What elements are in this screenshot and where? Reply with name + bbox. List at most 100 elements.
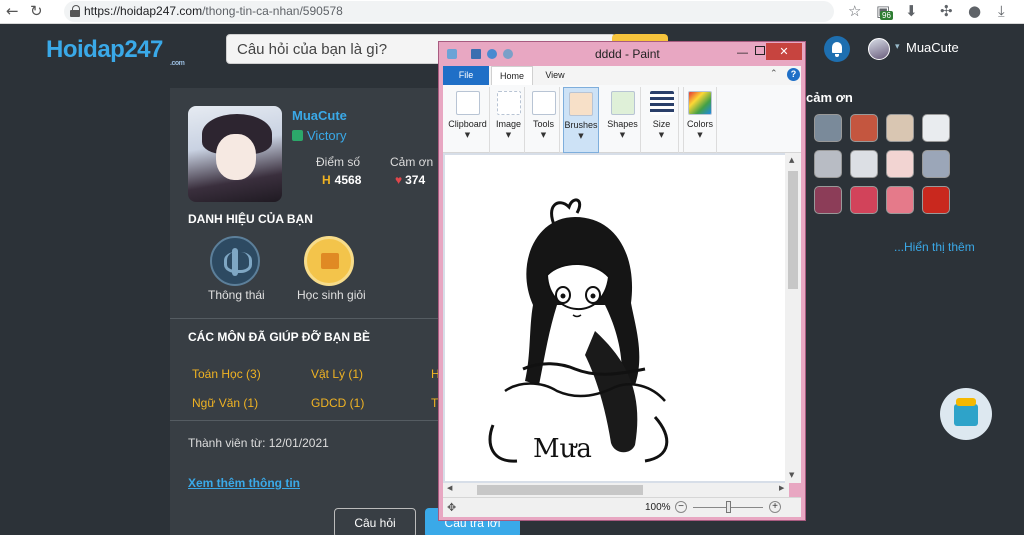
scrollbar-thumb[interactable]: [788, 171, 798, 289]
profile-name[interactable]: MuaCute: [292, 108, 347, 123]
puzzle-icon[interactable]: ✣: [940, 2, 953, 20]
scroll-right-icon[interactable]: ▶: [779, 484, 784, 492]
tab-file[interactable]: File: [443, 66, 489, 85]
avatar[interactable]: [868, 38, 890, 60]
select-icon: [496, 91, 521, 115]
group-size[interactable]: Size ▼: [645, 87, 679, 153]
status-bar: ✥ 100% − +: [443, 497, 801, 517]
help-icon[interactable]: ?: [787, 68, 800, 81]
thanks-avatar[interactable]: [850, 186, 878, 214]
vertical-scrollbar[interactable]: ▲ ▼: [785, 153, 801, 483]
profile-panel: MuaCute Victory Điểm số H 4568 Cảm ơn ♥ 37…: [170, 88, 520, 535]
horizontal-scrollbar[interactable]: ◀ ▶: [443, 483, 789, 497]
thanks-avatar[interactable]: [814, 186, 842, 214]
profile-avatar: [188, 106, 282, 202]
account-icon[interactable]: ●: [968, 2, 981, 20]
minimize-button[interactable]: —: [737, 47, 748, 59]
thanks-avatar[interactable]: [886, 114, 914, 142]
chevron-down-icon[interactable]: ▾: [895, 42, 900, 52]
ribbon-collapse-icon[interactable]: ⌃: [770, 69, 778, 79]
member-since: Thành viên từ: 12/01/2021: [188, 436, 329, 450]
user-name[interactable]: MuaCute: [906, 40, 959, 55]
tab-view[interactable]: View: [535, 66, 575, 85]
subject-link[interactable]: Toán Học (3): [192, 367, 261, 381]
drawing-text: Mưa: [533, 434, 592, 464]
group-clipboard[interactable]: Clipboard ▼: [446, 87, 490, 153]
thanks-avatar[interactable]: [922, 186, 950, 214]
chevron-down-icon: ▼: [464, 131, 471, 139]
url-text: https://hoidap247.com/thong-tin-ca-nhan/…: [84, 4, 343, 18]
chevron-down-icon: ▼: [619, 131, 626, 139]
see-more-link[interactable]: Xem thêm thông tin: [188, 476, 300, 490]
group-colors[interactable]: Colors ▼: [683, 87, 717, 153]
points-icon: H: [322, 173, 331, 187]
questions-button[interactable]: Câu hỏi: [334, 508, 416, 535]
download-box-icon[interactable]: ⬇: [905, 2, 918, 20]
zoom-level: 100%: [645, 502, 671, 513]
gift-icon[interactable]: [940, 388, 992, 440]
thanks-avatar[interactable]: [850, 114, 878, 142]
group-brushes[interactable]: Brushes ▼: [563, 87, 599, 153]
wheat-icon[interactable]: [210, 236, 260, 286]
colors-icon: [688, 91, 712, 115]
thanks-avatar[interactable]: [886, 186, 914, 214]
reload-icon[interactable]: ↻: [30, 2, 43, 20]
zoom-slider-thumb[interactable]: [726, 501, 731, 513]
chevron-down-icon: ▼: [658, 131, 665, 139]
badge-label: Học sinh giỏi: [297, 288, 366, 302]
ribbon: Clipboard ▼ Image ▼ Tools ▼ Brushes ▼ Sh…: [443, 85, 801, 153]
zoom-out-button[interactable]: −: [675, 501, 687, 513]
group-shapes[interactable]: Shapes ▼: [605, 87, 641, 153]
thanks-avatar[interactable]: [850, 150, 878, 178]
download-icon[interactable]: ⤓: [998, 2, 1005, 20]
thanks-avatar[interactable]: [886, 150, 914, 178]
subject-link[interactable]: Vật Lý (1): [311, 367, 363, 381]
save-icon[interactable]: [471, 49, 481, 59]
show-more-link[interactable]: ...Hiển thị thêm: [894, 240, 975, 254]
chevron-down-icon: ▼: [578, 132, 584, 140]
address-bar[interactable]: https://hoidap247.com/thong-tin-ca-nhan/…: [64, 1, 834, 22]
thanks-avatar[interactable]: [922, 150, 950, 178]
paint-window: dddd - Paint — ✕ File Home View ⌃ ? Clip…: [438, 41, 806, 521]
close-button[interactable]: ✕: [766, 43, 802, 60]
scroll-up-icon[interactable]: ▲: [789, 156, 794, 164]
paint-titlebar[interactable]: dddd - Paint — ✕: [439, 42, 805, 66]
thanks-avatar[interactable]: [922, 114, 950, 142]
maximize-button[interactable]: [755, 46, 765, 55]
subject-link[interactable]: GDCD (1): [311, 396, 364, 410]
badge-label: Thông thái: [208, 288, 265, 302]
scroll-left-icon[interactable]: ◀: [447, 484, 452, 492]
bell-icon[interactable]: [824, 36, 850, 62]
subject-link[interactable]: Ngữ Văn (1): [192, 396, 258, 410]
undo-icon[interactable]: [487, 49, 497, 59]
group-tools[interactable]: Tools ▼: [528, 87, 560, 153]
scrollbar-thumb[interactable]: [477, 485, 643, 495]
back-icon[interactable]: ←: [6, 2, 19, 20]
canvas-area: Mưa: [443, 153, 789, 483]
shapes-icon: [610, 91, 635, 115]
titles-heading: DANH HIỆU CỦA BẠN: [188, 212, 313, 226]
score-value: H 4568: [322, 173, 362, 187]
drawing: Mưa: [488, 198, 669, 464]
chevron-down-icon: ▼: [505, 131, 512, 139]
window-title: dddd - Paint: [595, 47, 660, 61]
site-logo[interactable]: Hoidap247 .com: [46, 36, 185, 67]
drawing-canvas[interactable]: Mưa: [445, 155, 789, 481]
group-image[interactable]: Image ▼: [493, 87, 525, 153]
thanks-avatar[interactable]: [814, 114, 842, 142]
star-icon[interactable]: ☆: [848, 2, 861, 20]
tab-home[interactable]: Home: [491, 66, 533, 85]
redo-icon[interactable]: [503, 49, 513, 59]
divider: [170, 420, 440, 421]
chevron-down-icon: ▼: [540, 131, 547, 139]
thanks-avatar[interactable]: [814, 150, 842, 178]
zoom-in-button[interactable]: +: [769, 501, 781, 513]
chevron-down-icon: ▼: [697, 131, 703, 139]
clipboard-icon: [455, 91, 480, 115]
scroll-down-icon[interactable]: ▼: [789, 471, 794, 479]
medal-icon[interactable]: [304, 236, 354, 286]
thanks-panel-title: cảm ơn: [806, 90, 853, 105]
lock-icon: [70, 5, 80, 17]
paint-app-icon[interactable]: [447, 49, 457, 59]
ribbon-tabs: File Home View ⌃ ?: [443, 66, 801, 85]
